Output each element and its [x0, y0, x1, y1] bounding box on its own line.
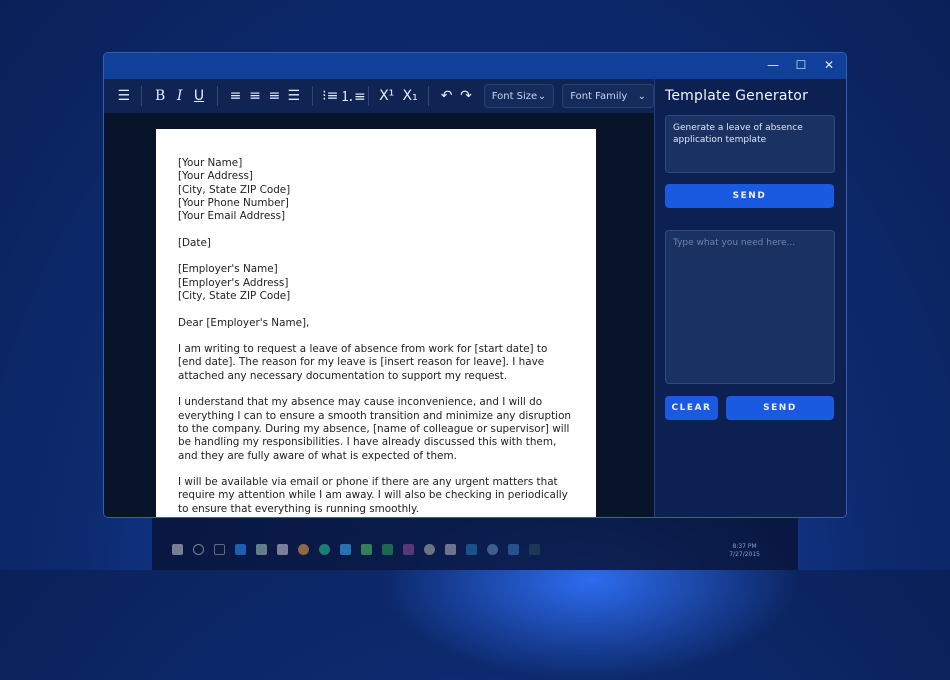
start-icon[interactable] — [172, 544, 183, 555]
paragraph: [Employer's Name] [Employer's Address] [Ci… — [178, 263, 574, 303]
onenote-icon[interactable] — [403, 544, 414, 555]
paragraph: [Date] — [178, 237, 574, 250]
send-button[interactable]: SEND — [665, 184, 834, 208]
n-app-icon[interactable] — [466, 544, 477, 555]
divider — [311, 86, 313, 106]
maximize-button[interactable]: ☐ — [792, 58, 810, 72]
taskbar-icons — [172, 544, 540, 555]
undo-icon[interactable]: ↶ — [437, 88, 456, 104]
align-justify-icon[interactable]: ☰ — [284, 88, 303, 104]
prompt-textarea[interactable]: Generate a leave of absence application … — [665, 115, 835, 173]
italic-icon[interactable]: I — [170, 88, 189, 104]
task-view-icon[interactable] — [214, 544, 225, 555]
divider — [367, 86, 369, 106]
word-icon[interactable] — [508, 544, 519, 555]
explorer-icon[interactable] — [256, 544, 267, 555]
taskbar: 8:37 PM 7/27/2015 — [152, 518, 798, 570]
edge-icon[interactable] — [235, 544, 246, 555]
spotify-icon[interactable] — [319, 544, 330, 555]
store-icon[interactable] — [277, 544, 288, 555]
subscript-icon[interactable]: X₁ — [400, 88, 419, 104]
superscript-icon[interactable]: X¹ — [377, 88, 396, 104]
underline-icon[interactable]: U — [189, 88, 208, 104]
app2-icon[interactable] — [487, 544, 498, 555]
paragraph: Dear [Employer's Name], — [178, 317, 574, 330]
align-left-icon[interactable]: ≡ — [226, 88, 245, 104]
font-family-dropdown[interactable]: Font Family ⌄ — [562, 84, 655, 108]
text-line: I am writing to request a leave of absen… — [178, 343, 548, 382]
text-line: [Your Email Address] — [178, 210, 286, 223]
clock[interactable]: 8:37 PM 7/27/2015 — [729, 543, 760, 559]
align-center-icon[interactable]: ≡ — [245, 88, 264, 104]
font-size-label: Font Size — [491, 90, 538, 102]
font-size-dropdown[interactable]: Font Size ⌄ — [483, 84, 555, 108]
request-textarea[interactable]: Type what you need here... — [665, 230, 835, 384]
numbered-list-icon[interactable]: ⒈≡ — [340, 86, 366, 106]
xbox-icon[interactable] — [424, 544, 435, 555]
date: 7/27/2015 — [729, 551, 760, 558]
divider — [216, 86, 218, 106]
paragraph: [Your Name] [Your Address] [City, State ZI… — [178, 157, 574, 223]
text-line: [City, State ZIP Code] — [178, 289, 291, 302]
title-bar: — ☐ ✕ — [104, 53, 846, 79]
chevron-down-icon: ⌄ — [537, 90, 547, 102]
paragraph: I will be available via email or phone i… — [178, 476, 574, 516]
bold-icon[interactable]: B — [150, 88, 169, 104]
panel-title: Template Generator — [665, 88, 809, 104]
text-line: I understand that my absence may cause i… — [178, 396, 572, 462]
divider — [141, 86, 143, 106]
document-area: [Your Name] [Your Address] [City, State ZI… — [104, 113, 654, 517]
text-line: Dear [Employer's Name], — [178, 316, 310, 329]
text-line: I will be available via email or phone i… — [178, 476, 568, 515]
divider — [427, 86, 429, 106]
paragraph: I understand that my absence may cause i… — [178, 396, 574, 462]
mail-icon[interactable] — [445, 544, 456, 555]
time: 8:37 PM — [732, 543, 757, 550]
text-line: [Your Name] — [178, 157, 243, 169]
photoshop-icon[interactable] — [529, 544, 540, 555]
send-request-button[interactable]: SEND — [726, 396, 834, 420]
font-family-label: Font Family — [570, 90, 628, 102]
text-line: [Your Address] — [178, 170, 253, 183]
chevron-down-icon: ⌄ — [637, 90, 647, 102]
align-right-icon[interactable]: ≡ — [265, 88, 284, 104]
minimize-button[interactable]: — — [764, 58, 782, 72]
redo-icon[interactable]: ↷ — [456, 88, 475, 104]
twitter-icon[interactable] — [340, 544, 351, 555]
app-window: — ☐ ✕ ☰ B I U ≡ ≡ ≡ ☰ ⁝≡ ⒈≡ X¹ X₁ ↶ ↷ Fo… — [103, 52, 847, 518]
close-button[interactable]: ✕ — [820, 58, 838, 72]
app-icon[interactable] — [361, 544, 372, 555]
document-page[interactable]: [Your Name] [Your Address] [City, State ZI… — [156, 129, 596, 517]
template-generator-panel: Template Generator Generate a leave of a… — [654, 79, 846, 517]
chrome-icon[interactable] — [298, 544, 309, 555]
text-line: [City, State ZIP Code] — [178, 183, 291, 196]
text-line: [Your Phone Number] — [178, 196, 289, 209]
text-line: [Employer's Name] — [178, 263, 278, 276]
text-line: [Date] — [178, 236, 211, 249]
paragraph: I am writing to request a leave of absen… — [178, 343, 574, 383]
clear-button[interactable]: CLEAR — [665, 396, 718, 420]
text-line: [Employer's Address] — [178, 276, 289, 289]
bulleted-list-icon[interactable]: ⁝≡ — [321, 88, 340, 104]
excel-icon[interactable] — [382, 544, 393, 555]
menu-icon[interactable]: ☰ — [114, 88, 133, 104]
search-icon[interactable] — [193, 544, 204, 555]
formatting-toolbar: ☰ B I U ≡ ≡ ≡ ☰ ⁝≡ ⒈≡ X¹ X₁ ↶ ↷ Font Siz… — [104, 79, 655, 113]
